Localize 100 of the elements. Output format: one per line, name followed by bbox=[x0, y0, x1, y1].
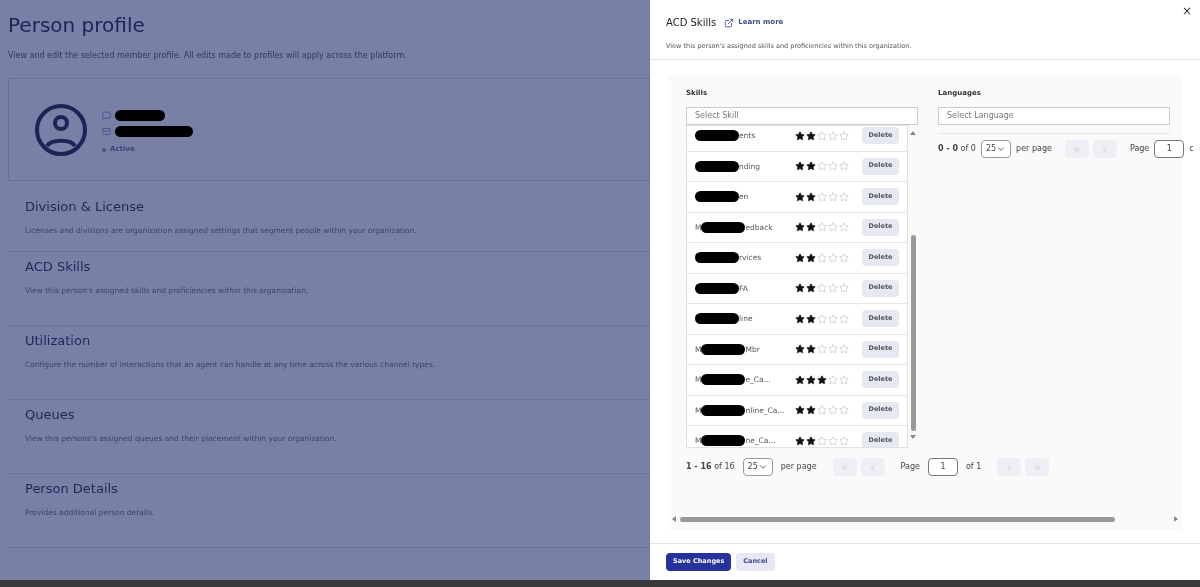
star-icon bbox=[795, 405, 805, 416]
section-title: Division & License bbox=[25, 198, 145, 216]
star-icon bbox=[806, 405, 816, 416]
star-icon bbox=[839, 252, 849, 263]
star-icon bbox=[795, 374, 805, 385]
star-icon bbox=[817, 313, 827, 324]
star-icon bbox=[817, 222, 827, 233]
page-count-text: c bbox=[1189, 143, 1194, 155]
star-rating[interactable] bbox=[795, 313, 849, 324]
per-page-select[interactable]: 25 bbox=[742, 458, 773, 476]
redaction-mark bbox=[115, 110, 165, 122]
page-input[interactable]: 1 bbox=[1154, 140, 1185, 158]
star-icon bbox=[795, 130, 805, 141]
external-link-icon bbox=[724, 17, 735, 28]
per-page-label: per page bbox=[780, 461, 817, 473]
star-rating[interactable] bbox=[795, 374, 849, 385]
star-icon bbox=[817, 191, 827, 202]
star-icon bbox=[839, 344, 849, 355]
star-icon bbox=[795, 191, 805, 202]
double-chevron-right-icon bbox=[1032, 462, 1042, 472]
section-title: Queues bbox=[25, 406, 76, 424]
star-rating[interactable] bbox=[795, 405, 849, 416]
star-icon bbox=[839, 435, 849, 446]
star-icon bbox=[817, 283, 827, 294]
star-rating[interactable] bbox=[795, 283, 849, 294]
redaction-mark bbox=[695, 252, 739, 264]
redaction-mark bbox=[701, 221, 746, 233]
star-icon bbox=[806, 161, 816, 172]
star-icon bbox=[839, 222, 849, 233]
star-icon bbox=[817, 405, 827, 416]
range-text: 1 - 16 of 16 bbox=[686, 461, 735, 473]
star-icon bbox=[817, 252, 827, 263]
star-rating[interactable] bbox=[795, 344, 849, 355]
close-button[interactable]: × bbox=[1181, 2, 1192, 20]
star-icon bbox=[828, 344, 838, 355]
star-icon bbox=[806, 344, 816, 355]
star-icon bbox=[839, 405, 849, 416]
star-icon bbox=[806, 252, 816, 263]
section-title: Person Details bbox=[25, 480, 119, 498]
star-icon bbox=[806, 130, 816, 141]
star-icon bbox=[839, 161, 849, 172]
star-icon bbox=[817, 130, 827, 141]
star-icon bbox=[839, 374, 849, 385]
redaction-mark bbox=[701, 343, 746, 355]
section-title: ACD Skills bbox=[25, 258, 92, 276]
star-icon bbox=[828, 374, 838, 385]
page-label: Page bbox=[900, 461, 920, 473]
star-icon bbox=[806, 283, 816, 294]
skill-search-field[interactable]: Select Skill bbox=[686, 106, 918, 125]
star-icon bbox=[817, 344, 827, 355]
star-icon bbox=[817, 435, 827, 446]
star-icon bbox=[828, 405, 838, 416]
star-rating[interactable] bbox=[795, 161, 849, 172]
chat-icon bbox=[102, 111, 111, 121]
star-rating[interactable] bbox=[795, 130, 849, 141]
star-icon bbox=[806, 374, 816, 385]
redaction-mark bbox=[695, 191, 739, 203]
star-icon bbox=[806, 191, 816, 202]
star-icon bbox=[806, 222, 816, 233]
chevron-down-icon bbox=[996, 144, 1007, 154]
double-chevron-left-icon bbox=[1072, 144, 1082, 154]
star-icon bbox=[839, 313, 849, 324]
redaction-mark bbox=[701, 404, 746, 416]
redaction-mark bbox=[695, 313, 739, 325]
section-title: Utilization bbox=[25, 332, 92, 350]
star-icon bbox=[795, 313, 805, 324]
star-rating[interactable] bbox=[795, 435, 849, 446]
page-input[interactable]: 1 bbox=[927, 458, 958, 476]
star-icon bbox=[839, 130, 849, 141]
drawer-title: ACD Skills bbox=[666, 16, 717, 30]
range-text: 0 - 0 of 0 bbox=[938, 143, 976, 155]
horizontal-scrollbar[interactable] bbox=[672, 514, 1178, 524]
mail-icon bbox=[102, 127, 111, 137]
language-search-field[interactable]: Select Language bbox=[938, 106, 1170, 125]
star-icon bbox=[828, 313, 838, 324]
star-rating[interactable] bbox=[795, 191, 849, 202]
star-icon bbox=[828, 161, 838, 172]
star-icon bbox=[795, 161, 805, 172]
star-icon bbox=[817, 374, 827, 385]
redaction-mark bbox=[695, 282, 739, 294]
star-icon bbox=[828, 191, 838, 202]
star-icon bbox=[828, 283, 838, 294]
star-rating[interactable] bbox=[795, 252, 849, 263]
star-icon bbox=[828, 435, 838, 446]
star-icon bbox=[795, 435, 805, 446]
star-rating[interactable] bbox=[795, 222, 849, 233]
star-icon bbox=[806, 313, 816, 324]
double-chevron-left-icon bbox=[840, 462, 850, 472]
chevron-down-icon bbox=[757, 462, 768, 472]
per-page-label: per page bbox=[1016, 143, 1052, 155]
star-icon bbox=[795, 252, 805, 263]
user-avatar-icon bbox=[34, 102, 88, 157]
star-icon bbox=[828, 252, 838, 263]
per-page-select[interactable]: 25 bbox=[980, 140, 1012, 158]
star-icon bbox=[828, 222, 838, 233]
redaction-mark bbox=[695, 160, 739, 172]
redaction-mark bbox=[695, 130, 739, 142]
star-icon bbox=[839, 191, 849, 202]
page-count-text: of 1 bbox=[965, 461, 982, 473]
star-icon bbox=[795, 283, 805, 294]
